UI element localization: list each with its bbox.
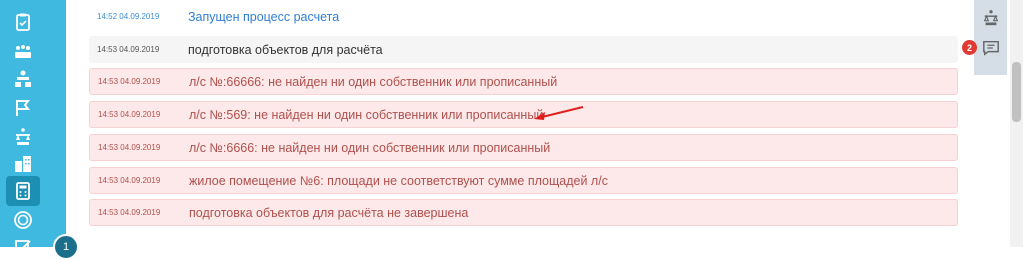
people-growth-icon[interactable] bbox=[12, 40, 34, 62]
right-panel bbox=[974, 0, 1007, 75]
calculator-icon[interactable] bbox=[12, 180, 34, 202]
edit-icon[interactable] bbox=[12, 236, 34, 258]
log-row: 14:53 04.09.2019 подготовка объектов для… bbox=[89, 36, 958, 63]
log-time: 14:53 04.09.2019 bbox=[98, 208, 161, 217]
log-time: 14:53 04.09.2019 bbox=[98, 176, 161, 185]
log-message: Запущен процесс расчета bbox=[188, 9, 340, 24]
scale-icon[interactable] bbox=[981, 8, 1001, 28]
log-message: л/с №:6666: не найден ни один собственни… bbox=[189, 140, 551, 155]
scale-icon[interactable] bbox=[12, 126, 34, 148]
annotation-arrow bbox=[534, 106, 584, 120]
sidebar: 1 bbox=[0, 0, 79, 260]
log-row: 14:53 04.09.2019 л/с №:6666: не найден н… bbox=[89, 134, 958, 161]
log-time: 14:53 04.09.2019 bbox=[98, 110, 161, 119]
clipboard-icon[interactable] bbox=[12, 11, 34, 33]
buildings-icon[interactable] bbox=[12, 153, 34, 175]
log-row: 14:53 04.09.2019 л/с №:66666: не найден … bbox=[89, 68, 958, 95]
scrollbar-thumb[interactable] bbox=[1012, 62, 1021, 122]
chat-icon[interactable] bbox=[981, 38, 1001, 58]
log-message: подготовка объектов для расчёта не завер… bbox=[189, 205, 469, 220]
scrollbar[interactable] bbox=[1010, 0, 1023, 247]
log-time: 14:53 04.09.2019 bbox=[98, 77, 161, 86]
log-message: л/с №:569: не найден ни один собственник… bbox=[189, 107, 544, 122]
log-message: л/с №:66666: не найден ни один собственн… bbox=[189, 74, 558, 89]
log-time: 14:53 04.09.2019 bbox=[97, 45, 160, 54]
log-time: 14:53 04.09.2019 bbox=[98, 143, 161, 152]
log-row: 14:53 04.09.2019 л/с №:569: не найден ни… bbox=[89, 101, 958, 128]
log-row: 14:52 04.09.2019 Запущен процесс расчета bbox=[89, 3, 958, 30]
log-time: 14:52 04.09.2019 bbox=[97, 12, 160, 21]
log-row: 14:53 04.09.2019 жилое помещение №6: пло… bbox=[89, 167, 958, 194]
flag-icon[interactable] bbox=[12, 97, 34, 119]
org-chart-icon[interactable] bbox=[12, 68, 34, 90]
log-row: 14:53 04.09.2019 подготовка объектов для… bbox=[89, 199, 958, 226]
log-message: подготовка объектов для расчёта bbox=[188, 42, 383, 57]
log-message: жилое помещение №6: площади не соответст… bbox=[189, 173, 608, 188]
currency-icon[interactable] bbox=[12, 209, 34, 231]
notification-badge[interactable]: 1 bbox=[53, 234, 79, 260]
chat-badge: 2 bbox=[962, 40, 977, 55]
